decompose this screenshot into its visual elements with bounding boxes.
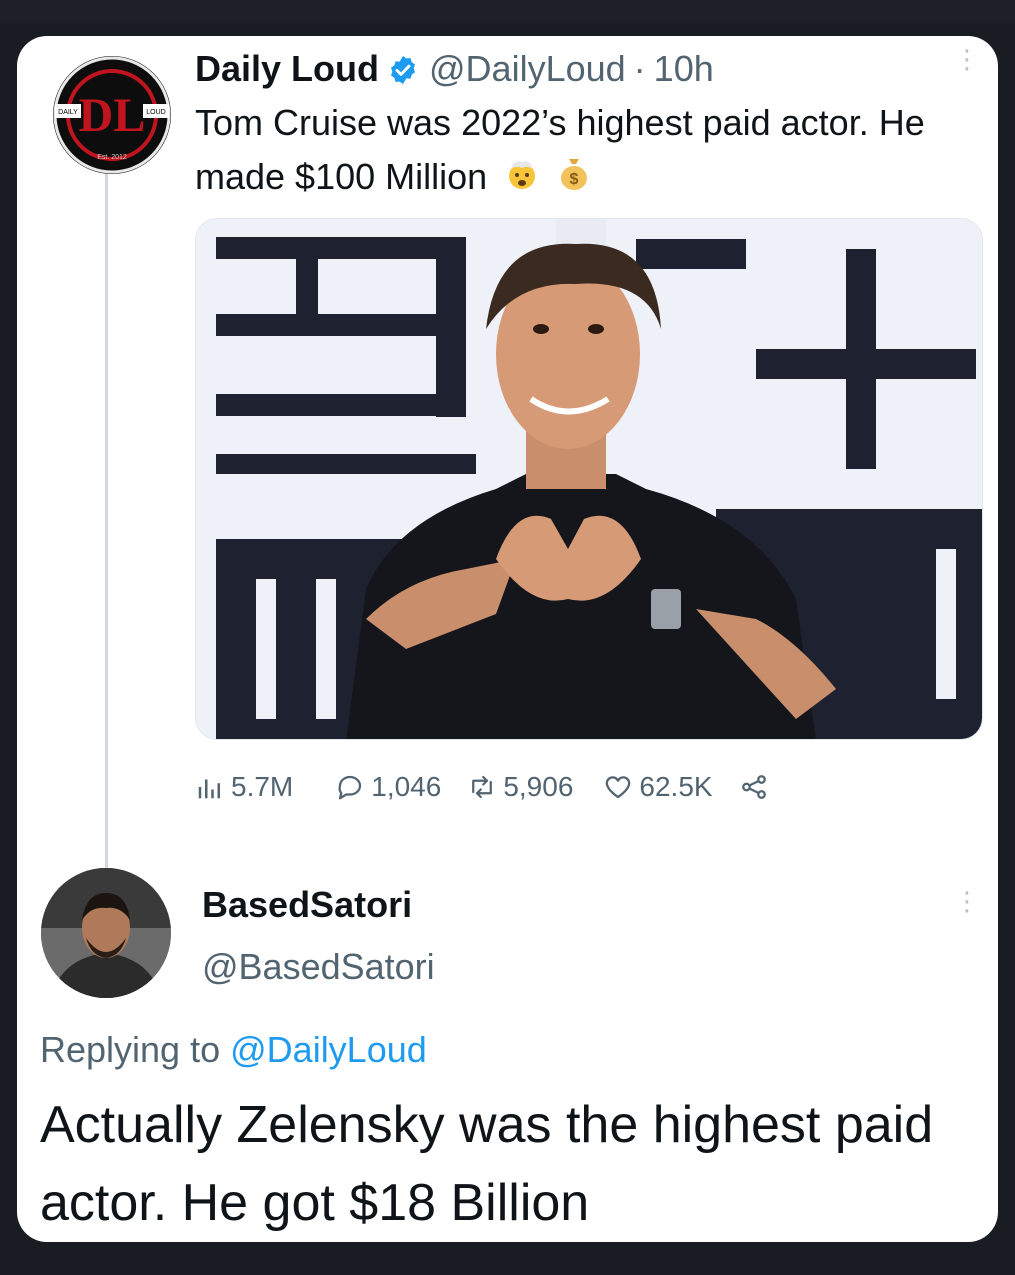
bar-chart-icon bbox=[198, 779, 220, 799]
reply-text: Actually Zelensky was the highest paid a… bbox=[40, 1096, 934, 1232]
comment-icon bbox=[338, 775, 362, 800]
replying-to-mention[interactable]: @DailyLoud bbox=[230, 1029, 427, 1070]
tweet-header: Daily Loud @DailyLoud · 10h bbox=[195, 44, 714, 94]
author-name[interactable]: Daily Loud bbox=[195, 48, 379, 90]
share-icon bbox=[741, 775, 766, 799]
daily-loud-avatar[interactable]: DL DAILY LOUD Est. 2012 bbox=[53, 56, 171, 174]
tweet-timestamp[interactable]: 10h bbox=[654, 48, 714, 90]
views-stat[interactable]: 5.7M bbox=[195, 771, 293, 803]
thread-connector-line bbox=[105, 166, 108, 891]
more-dots-icon[interactable]: ⋮ bbox=[954, 888, 980, 914]
like-button[interactable]: 62.5K bbox=[603, 771, 713, 803]
top-band bbox=[0, 0, 1015, 22]
share-button[interactable] bbox=[739, 772, 775, 802]
tweet-text: Tom Cruise was 2022’s highest paid actor… bbox=[195, 96, 955, 206]
author-handle[interactable]: @DailyLoud bbox=[429, 48, 626, 90]
replying-to-label: Replying to bbox=[40, 1029, 221, 1070]
more-dots-icon[interactable]: ⋮ bbox=[954, 46, 980, 72]
verified-badge-icon bbox=[387, 53, 419, 85]
views-count: 5.7M bbox=[231, 771, 294, 802]
retweet-icon bbox=[472, 775, 493, 799]
heart-icon bbox=[606, 776, 631, 799]
separator-dot: · bbox=[633, 48, 646, 89]
reply-count: 1,046 bbox=[371, 771, 442, 802]
money-bag-emoji: $ bbox=[557, 152, 591, 206]
reply-author-handle[interactable]: @BasedSatori bbox=[202, 946, 435, 988]
avatar-logo-text: DL bbox=[79, 89, 146, 142]
reply-author-name[interactable]: BasedSatori bbox=[202, 884, 412, 926]
basedsatori-avatar[interactable] bbox=[41, 868, 171, 998]
tweet-thread-card: DL DAILY LOUD Est. 2012 Daily Loud @Dail… bbox=[17, 36, 998, 1242]
replying-to-line: Replying to @DailyLoud bbox=[40, 1029, 427, 1071]
avatar-left-text: DAILY bbox=[58, 109, 78, 116]
like-count: 62.5K bbox=[639, 771, 713, 802]
avatar-right-text: LOUD bbox=[146, 109, 165, 116]
money-bag-symbol: $ bbox=[570, 171, 579, 188]
avatar-est-text: Est. 2012 bbox=[97, 154, 127, 161]
exploding-head-emoji bbox=[505, 152, 539, 206]
tweet-action-bar: 5.7M 1,046 5,906 62.5K bbox=[195, 771, 775, 803]
retweet-button[interactable]: 5,906 bbox=[467, 771, 573, 803]
retweet-count: 5,906 bbox=[503, 771, 574, 802]
tweet-photo[interactable] bbox=[195, 218, 983, 740]
reply-button[interactable]: 1,046 bbox=[335, 771, 441, 803]
